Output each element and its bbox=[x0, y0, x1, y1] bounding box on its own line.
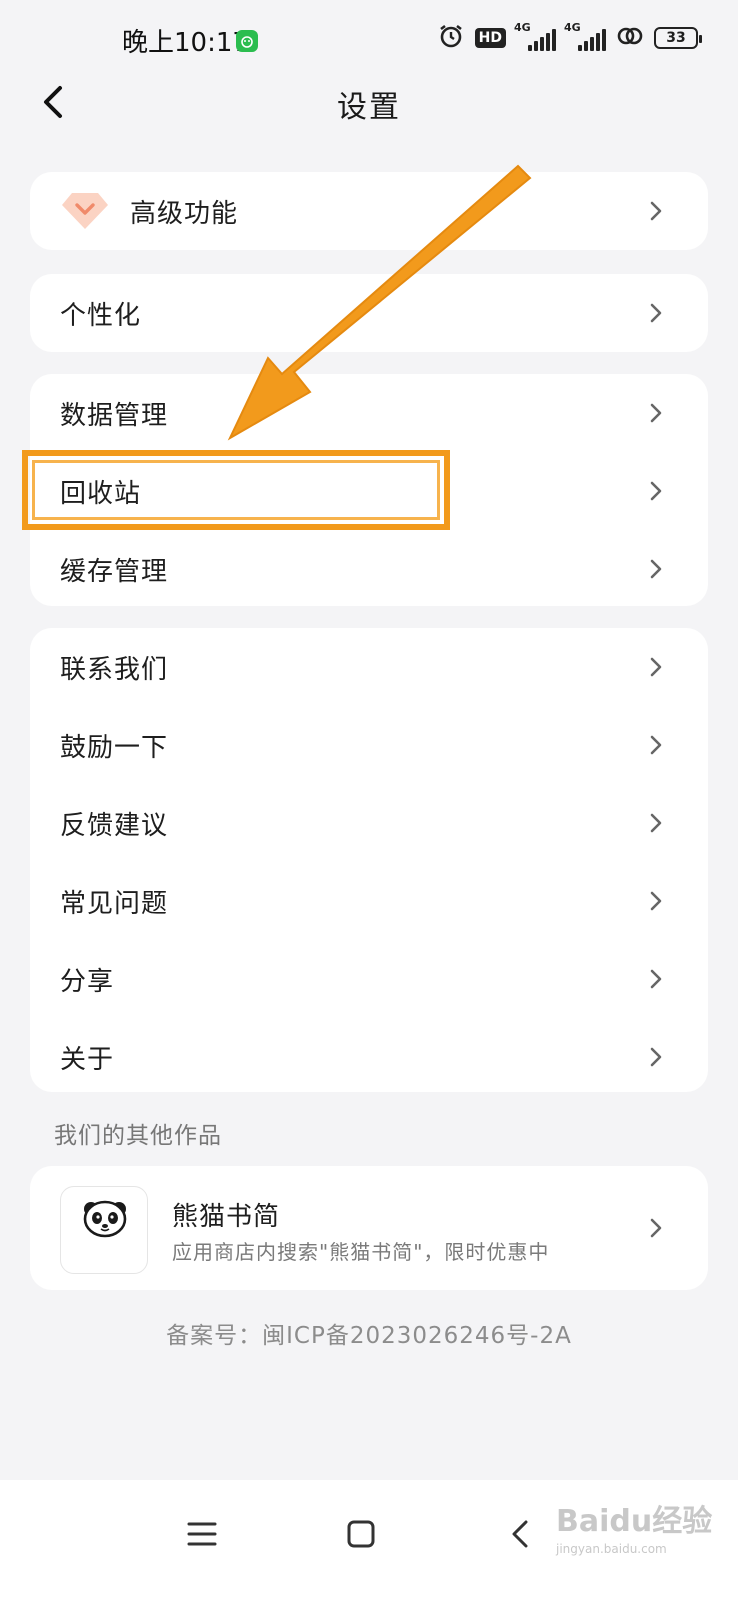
product-name: 熊猫书简 bbox=[172, 1202, 281, 1232]
signal-icon-2: 4G bbox=[564, 21, 606, 51]
battery-icon: 33 bbox=[654, 27, 702, 49]
product-card-panda[interactable]: 熊猫书简 应用商店内搜索"熊猫书简"，限时优惠中 bbox=[30, 1166, 708, 1290]
settings-item-label: 缓存管理 bbox=[60, 556, 169, 587]
data-card: 数据管理 回收站 缓存管理 bbox=[30, 374, 708, 606]
settings-item-encourage[interactable]: 鼓励一下 bbox=[30, 706, 708, 784]
chevron-right-icon bbox=[650, 969, 662, 989]
settings-item-label: 联系我们 bbox=[60, 654, 169, 685]
chevron-right-icon bbox=[650, 657, 662, 677]
diamond-icon bbox=[60, 186, 110, 236]
back-triangle-icon bbox=[512, 1520, 528, 1548]
nav-home-button[interactable] bbox=[333, 1506, 389, 1562]
settings-item-feedback[interactable]: 反馈建议 bbox=[30, 784, 708, 862]
settings-item-label: 分享 bbox=[60, 966, 115, 997]
settings-item-label: 常见问题 bbox=[60, 888, 169, 919]
chevron-right-icon bbox=[650, 481, 662, 501]
baidu-watermark-url: jingyan.baidu.com bbox=[556, 1542, 667, 1556]
nav-menu-button[interactable] bbox=[174, 1506, 230, 1562]
settings-item-label: 数据管理 bbox=[60, 400, 169, 431]
settings-item-personalize[interactable]: 个性化 bbox=[30, 274, 708, 352]
settings-item-faq[interactable]: 常见问题 bbox=[30, 862, 708, 940]
chevron-right-icon bbox=[650, 403, 662, 423]
panda-icon bbox=[83, 1200, 127, 1238]
home-square-icon bbox=[347, 1520, 375, 1548]
baidu-watermark: Baidu经验 bbox=[556, 1504, 713, 1539]
panda-app-logo bbox=[60, 1186, 148, 1274]
icp-record: 备案号：闽ICP备2023026246号-2A bbox=[166, 1323, 572, 1349]
chevron-right-icon bbox=[650, 891, 662, 911]
misc-card: 联系我们 鼓励一下 反馈建议 常见问题 分享 关于 bbox=[30, 628, 708, 1092]
chevron-right-icon bbox=[650, 303, 662, 323]
personalize-card: 个性化 bbox=[30, 274, 708, 352]
link-icon bbox=[616, 24, 644, 52]
status-time: 晚上10:17 bbox=[122, 28, 249, 58]
settings-item-contact-us[interactable]: 联系我们 bbox=[30, 628, 708, 706]
chevron-right-icon bbox=[650, 201, 662, 221]
page-title: 设置 bbox=[337, 90, 401, 125]
settings-item-data-management[interactable]: 数据管理 bbox=[30, 374, 708, 452]
settings-item-cache-management[interactable]: 缓存管理 bbox=[30, 530, 708, 608]
app-header: 设置 bbox=[0, 70, 738, 134]
premium-card: 高级功能 bbox=[30, 172, 708, 250]
settings-item-label: 回收站 bbox=[60, 478, 142, 509]
status-indicators: HD 4G 4G 33 bbox=[437, 21, 702, 54]
chevron-right-icon bbox=[650, 813, 662, 833]
settings-item-label: 个性化 bbox=[60, 300, 142, 331]
hd-voice-badge: HD bbox=[474, 28, 506, 48]
product-description: 应用商店内搜索"熊猫书简"，限时优惠中 bbox=[172, 1240, 550, 1264]
app-notification-icon bbox=[236, 30, 258, 52]
chevron-right-icon bbox=[650, 1047, 662, 1067]
settings-item-recycle-bin[interactable]: 回收站 bbox=[30, 452, 708, 530]
menu-icon bbox=[187, 1522, 217, 1546]
settings-item-share[interactable]: 分享 bbox=[30, 940, 708, 1018]
settings-item-about[interactable]: 关于 bbox=[30, 1018, 708, 1096]
settings-item-label: 反馈建议 bbox=[60, 810, 169, 841]
chevron-right-icon bbox=[650, 559, 662, 579]
settings-item-label: 鼓励一下 bbox=[60, 732, 169, 763]
settings-item-premium[interactable]: 高级功能 bbox=[30, 172, 708, 250]
signal-icon: 4G bbox=[514, 21, 556, 51]
settings-item-label: 高级功能 bbox=[130, 198, 239, 229]
chevron-right-icon bbox=[650, 1218, 662, 1238]
settings-item-label: 关于 bbox=[60, 1044, 115, 1075]
nav-back-button[interactable] bbox=[492, 1506, 548, 1562]
alarm-icon bbox=[437, 22, 465, 54]
chevron-right-icon bbox=[650, 735, 662, 755]
other-works-heading: 我们的其他作品 bbox=[54, 1123, 222, 1149]
